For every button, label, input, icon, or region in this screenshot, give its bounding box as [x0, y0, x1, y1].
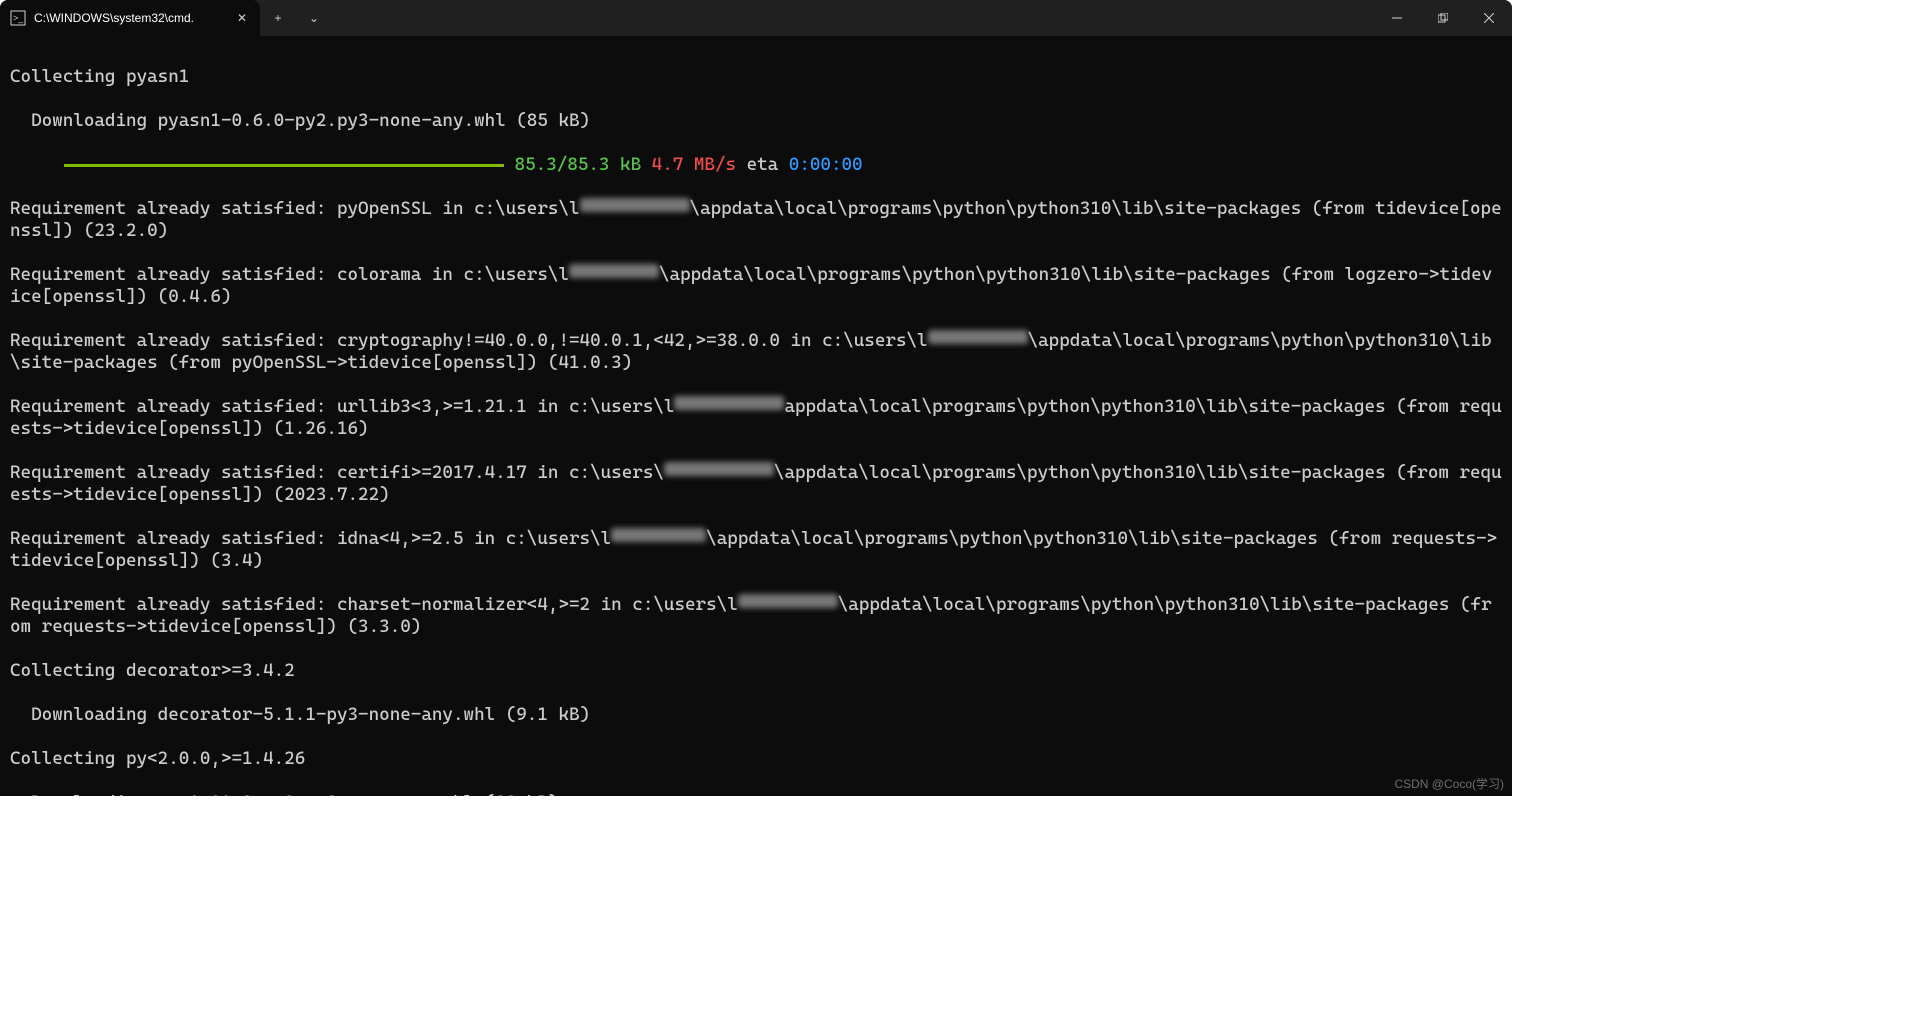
output-line: Requirement already satisfied: cryptogra… [10, 330, 1502, 374]
progress-size: 85.3/85.3 kB [515, 154, 642, 175]
output-line: Collecting py<2.0.0,>=1.4.26 [10, 748, 1502, 770]
maximize-button[interactable] [1420, 0, 1466, 36]
progress-bar [64, 164, 504, 167]
titlebar-drag-area[interactable] [332, 0, 1374, 36]
output-line: Requirement already satisfied: colorama … [10, 264, 1502, 308]
redacted-username: user [674, 396, 784, 410]
svg-text:>_: >_ [13, 13, 24, 23]
output-line: Downloading pyasn1-0.6.0-py2.py3-none-an… [10, 110, 1502, 132]
output-line: Requirement already satisfied: charset-n… [10, 594, 1502, 638]
watermark: CSDN @Coco(学习) [1394, 775, 1504, 792]
minimize-button[interactable] [1374, 0, 1420, 36]
maximize-icon [1438, 13, 1448, 23]
eta-label: eta [747, 154, 779, 175]
output-line: Requirement already satisfied: certifi>=… [10, 462, 1502, 506]
new-tab-button[interactable]: + [260, 0, 296, 36]
redacted-username: user [611, 528, 706, 542]
progress-speed: 4.7 MB/s [652, 154, 736, 175]
output-line: Requirement already satisfied: idna<4,>=… [10, 528, 1502, 572]
redacted-username: user [664, 462, 774, 476]
redacted-username: user [928, 330, 1028, 344]
output-line: Collecting pyasn1 [10, 66, 1502, 88]
close-icon [1484, 13, 1494, 23]
tab-dropdown-button[interactable]: ⌄ [296, 0, 332, 36]
progress-eta: 0:00:00 [789, 154, 863, 175]
chevron-down-icon: ⌄ [309, 11, 319, 25]
redacted-username: user [569, 264, 659, 278]
redacted-username: user [738, 594, 838, 608]
redacted-username: user [580, 198, 690, 212]
terminal-tab[interactable]: >_ C:\WINDOWS\system32\cmd. ✕ [0, 0, 260, 36]
output-line: Downloading py-1.11.0-py2.py3-none-any.w… [10, 792, 1502, 796]
output-line: Downloading decorator-5.1.1-py3-none-any… [10, 704, 1502, 726]
title-bar[interactable]: >_ C:\WINDOWS\system32\cmd. ✕ + ⌄ [0, 0, 1512, 36]
output-line: Requirement already satisfied: pyOpenSSL… [10, 198, 1502, 242]
output-line: Requirement already satisfied: urllib3<3… [10, 396, 1502, 440]
output-line: Collecting decorator>=3.4.2 [10, 660, 1502, 682]
cmd-icon: >_ [10, 10, 26, 26]
progress-line: 85.3/85.3 kB 4.7 MB/s eta 0:00:00 [10, 154, 1502, 176]
close-button[interactable] [1466, 0, 1512, 36]
terminal-output[interactable]: Collecting pyasn1 Downloading pyasn1-0.6… [0, 36, 1512, 796]
tab-actions: + ⌄ [260, 0, 332, 36]
terminal-window: >_ C:\WINDOWS\system32\cmd. ✕ + ⌄ Collec… [0, 0, 1512, 796]
minimize-icon [1392, 13, 1402, 23]
tab-title: C:\WINDOWS\system32\cmd. [34, 11, 226, 25]
tab-close-button[interactable]: ✕ [234, 10, 250, 26]
